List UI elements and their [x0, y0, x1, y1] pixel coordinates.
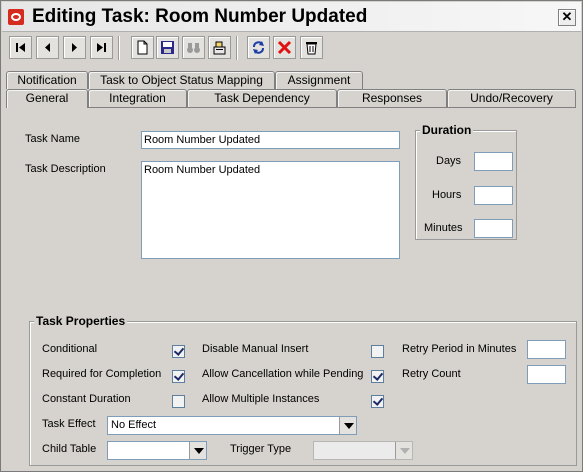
task-effect-select[interactable]: No Effect — [107, 416, 357, 435]
child-table-label: Child Table — [42, 443, 97, 455]
days-label: Days — [436, 155, 462, 167]
hours-label: Hours — [432, 189, 462, 201]
conditional-label: Conditional — [42, 343, 98, 355]
task-effect-label: Task Effect — [42, 418, 96, 430]
editing-task-window: Editing Task: Room Number Updated ✕ Noti… — [0, 0, 583, 472]
query-icon — [213, 41, 226, 55]
retry-count-field[interactable] — [527, 365, 566, 384]
new-button[interactable] — [131, 36, 154, 59]
tab-task-dependency[interactable]: Task Dependency — [187, 89, 337, 107]
tab-task-to-object-status-mapping[interactable]: Task to Object Status Mapping — [88, 71, 275, 89]
last-record-icon — [97, 43, 106, 52]
save-button[interactable] — [156, 36, 179, 59]
tab-responses[interactable]: Responses — [337, 89, 447, 107]
trigger-type-label: Trigger Type — [230, 443, 292, 455]
disable-manual-insert-checkbox[interactable] — [371, 345, 384, 358]
duration-title: Duration — [420, 123, 474, 137]
delete-button[interactable] — [273, 36, 296, 59]
retry-period-field[interactable] — [527, 340, 566, 359]
find-binoculars-icon — [187, 43, 200, 53]
trash-icon — [306, 42, 317, 55]
previous-record-icon — [45, 43, 50, 52]
tab-baseline — [6, 107, 576, 108]
task-description-label: Task Description — [25, 163, 106, 175]
first-record-icon — [16, 43, 25, 52]
close-button[interactable]: ✕ — [558, 9, 576, 26]
allow-multiple-instances-label: Allow Multiple Instances — [202, 393, 320, 405]
task-effect-value: No Effect — [111, 419, 157, 431]
task-name-field[interactable]: Room Number Updated — [141, 131, 400, 149]
allow-cancellation-checkbox[interactable] — [371, 370, 384, 383]
delete-x-icon — [277, 40, 292, 55]
save-icon — [161, 41, 174, 54]
days-field[interactable] — [474, 152, 513, 171]
title-bar[interactable]: Editing Task: Room Number Updated ✕ — [2, 2, 581, 32]
minutes-field[interactable] — [474, 219, 513, 238]
next-record-button[interactable] — [63, 36, 86, 59]
last-record-button[interactable] — [90, 36, 113, 59]
allow-cancellation-label: Allow Cancellation while Pending — [202, 368, 364, 380]
oracle-logo-icon — [8, 9, 24, 25]
constant-duration-checkbox[interactable] — [172, 395, 185, 408]
hours-field[interactable] — [474, 186, 513, 205]
required-for-completion-checkbox[interactable] — [172, 370, 185, 383]
toolbar-separator — [236, 36, 238, 60]
task-name-label: Task Name — [25, 133, 81, 145]
disable-manual-insert-label: Disable Manual Insert — [202, 343, 309, 355]
retry-period-label: Retry Period in Minutes — [402, 343, 517, 355]
task-description-field[interactable]: Room Number Updated — [141, 161, 400, 259]
first-record-button[interactable] — [9, 36, 32, 59]
new-document-icon — [137, 40, 148, 55]
next-record-icon — [72, 43, 77, 52]
refresh-button[interactable] — [247, 36, 270, 59]
toolbar-separator — [118, 36, 120, 60]
minutes-label: Minutes — [424, 222, 463, 234]
required-for-completion-label: Required for Completion — [42, 368, 162, 380]
chevron-down-icon — [395, 442, 412, 459]
tab-integration[interactable]: Integration — [88, 89, 187, 107]
find-button[interactable] — [182, 36, 205, 59]
query-button[interactable] — [208, 36, 231, 59]
previous-record-button[interactable] — [36, 36, 59, 59]
constant-duration-label: Constant Duration — [42, 393, 131, 405]
allow-multiple-instances-checkbox[interactable] — [371, 395, 384, 408]
tab-notification[interactable]: Notification — [6, 71, 88, 89]
tab-undo-recovery[interactable]: Undo/Recovery — [447, 89, 576, 107]
child-table-select[interactable] — [107, 441, 207, 460]
tab-general[interactable]: General — [6, 89, 88, 108]
chevron-down-icon[interactable] — [189, 442, 206, 459]
refresh-icon — [253, 41, 264, 54]
chevron-down-icon[interactable] — [339, 417, 356, 434]
trash-button[interactable] — [300, 36, 323, 59]
trigger-type-select — [313, 441, 413, 460]
task-properties-title: Task Properties — [34, 314, 128, 328]
retry-count-label: Retry Count — [402, 368, 461, 380]
window-title: Editing Task: Room Number Updated — [32, 6, 368, 27]
conditional-checkbox[interactable] — [172, 345, 185, 358]
tab-assignment[interactable]: Assignment — [275, 71, 363, 89]
